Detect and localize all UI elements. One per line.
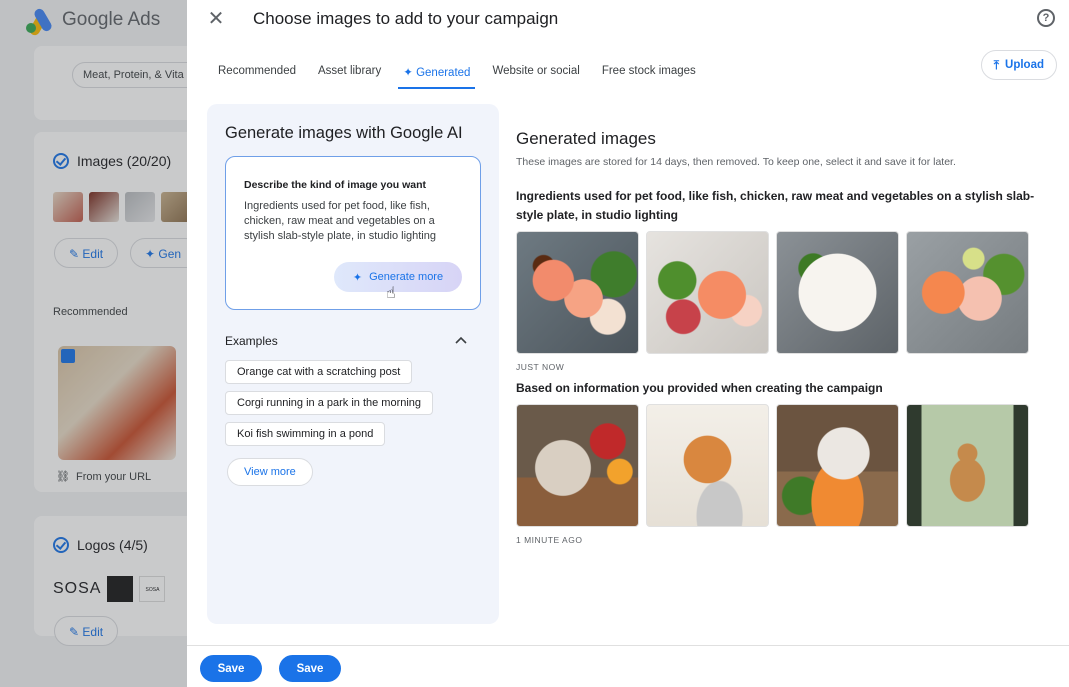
chevron-up-icon[interactable] [455, 334, 467, 346]
prompt-input[interactable]: Ingredients used for pet food, like fish… [244, 199, 464, 244]
save-button[interactable]: Save [200, 655, 262, 682]
generated-image-row [516, 231, 1029, 354]
generated-images-title: Generated images [516, 129, 656, 148]
generated-image-row [516, 404, 1029, 527]
examples-label: Examples [225, 334, 278, 348]
generate-more-button[interactable]: ✦ Generate more [334, 262, 462, 292]
dialog-header: ✕ Choose images to add to your campaign … [187, 0, 1069, 40]
tab-recommended[interactable]: Recommended [207, 56, 307, 89]
hand-pointer-icon: ☝ [386, 285, 396, 302]
timestamp: 1 MINUTE AGO [516, 535, 583, 545]
tab-website-or-social[interactable]: Website or social [481, 56, 590, 89]
generated-image[interactable] [906, 231, 1029, 354]
tab-generated[interactable]: ✦ Generated [392, 56, 481, 89]
example-chip[interactable]: Koi fish swimming in a pond [225, 422, 386, 446]
example-chip[interactable]: Corgi running in a park in the morning [225, 391, 434, 415]
generated-images-subtitle: These images are stored for 14 days, the… [516, 156, 956, 168]
save-button-secondary[interactable]: Save [279, 655, 341, 682]
dialog-title: Choose images to add to your campaign [253, 9, 559, 28]
generated-image[interactable] [516, 404, 639, 527]
group-title-prompt: Ingredients used for pet food, like fish… [516, 189, 1035, 222]
help-icon[interactable]: ? [1037, 9, 1055, 27]
view-more-button[interactable]: View more [227, 458, 313, 486]
example-chip[interactable]: Orange cat with a scratching post [225, 360, 413, 384]
generated-image[interactable] [776, 404, 899, 527]
background-page: Google Ads Meat, Protein, & Vita Images … [0, 0, 187, 687]
close-icon[interactable]: ✕ [205, 8, 227, 30]
sparkle-icon: ✦ [352, 271, 363, 284]
upload-button[interactable]: ⤒ Upload [980, 50, 1057, 80]
upload-icon: ⤒ [993, 57, 1000, 72]
prompt-box[interactable]: Describe the kind of image you want Ingr… [225, 156, 481, 310]
timestamp: JUST NOW [516, 362, 565, 372]
image-picker-dialog: ✕ Choose images to add to your campaign … [187, 0, 1069, 687]
tab-bar: Recommended Asset library ✦ Generated We… [207, 56, 707, 89]
generated-image[interactable] [776, 231, 899, 354]
prompt-label: Describe the kind of image you want [244, 179, 427, 191]
tab-asset-library[interactable]: Asset library [307, 56, 392, 89]
generated-image[interactable] [516, 231, 639, 354]
generator-title: Generate images with Google AI [225, 124, 463, 142]
group-title-campaign: Based on information you provided when c… [516, 381, 883, 395]
tab-free-stock-images[interactable]: Free stock images [591, 56, 707, 89]
generated-image[interactable] [906, 404, 1029, 527]
generator-panel: Generate images with Google AI Describe … [207, 104, 499, 624]
generated-image[interactable] [646, 404, 769, 527]
generated-image[interactable] [646, 231, 769, 354]
scrim-overlay [0, 0, 187, 687]
dialog-footer: Save Save [187, 645, 1069, 687]
